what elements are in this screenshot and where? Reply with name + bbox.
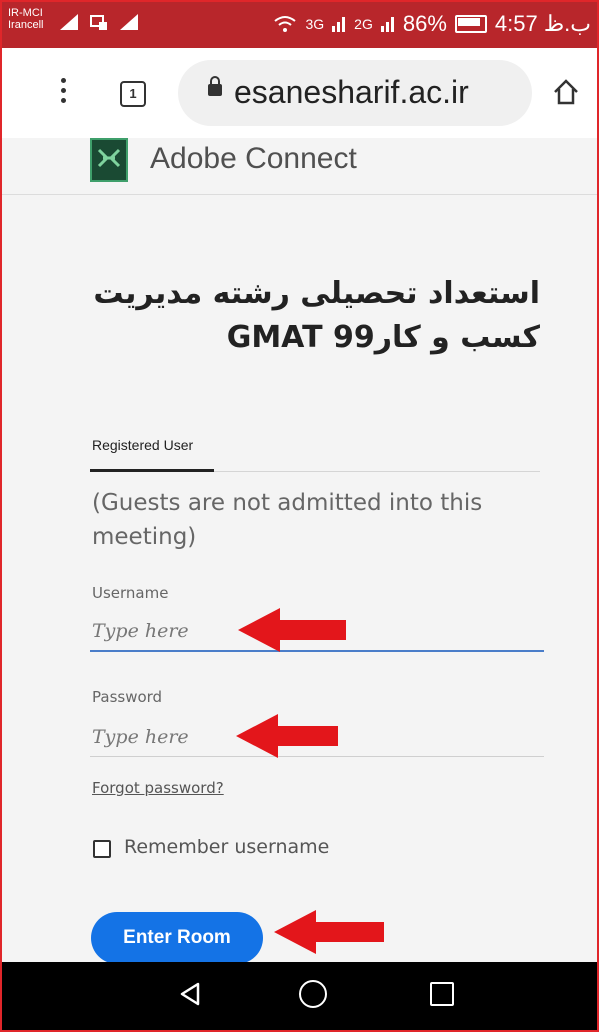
clock: ب.ظ 4:57: [494, 11, 591, 36]
url-text: esanesharif.ac.ir: [234, 74, 469, 110]
battery-icon: [454, 15, 487, 33]
annotation-arrow-icon-2: [236, 714, 338, 758]
status-bar: IR-MCI Irancell 3G 2G 86% ب.ظ 4:57: [2, 2, 597, 48]
signal-strength-icon-2: [120, 14, 138, 30]
enter-room-button[interactable]: Enter Room: [91, 912, 263, 964]
battery-percent: 86%: [402, 11, 447, 36]
recent-apps-icon[interactable]: [430, 982, 454, 1006]
home-icon[interactable]: [552, 78, 580, 106]
home-circle-icon[interactable]: [299, 980, 327, 1008]
carrier-1: IR-MCI: [8, 7, 43, 19]
app-header: Adobe Connect: [2, 138, 597, 195]
remember-username-label[interactable]: Remember username: [124, 836, 329, 858]
network-type-1: 3G: [305, 16, 325, 32]
adobe-connect-logo-icon: [90, 138, 128, 182]
username-label: Username: [92, 584, 169, 602]
more-options-icon[interactable]: [58, 78, 68, 108]
app-title: Adobe Connect: [150, 142, 357, 175]
meeting-title: استعداد تحصیلی رشته مدیریت کسب و کار99 G…: [93, 276, 540, 355]
tab-switcher-button[interactable]: 1: [120, 81, 146, 107]
status-right: 3G 2G 86% ب.ظ 4:57: [273, 11, 591, 37]
annotation-arrow-icon-3: [274, 910, 384, 954]
screen-frame: IR-MCI Irancell 3G 2G 86% ب.ظ 4:57 1 esa…: [0, 0, 599, 1032]
tab-registered-user[interactable]: Registered User: [92, 437, 193, 453]
network-type-2: 2G: [354, 16, 373, 32]
signal-strength-icon: [60, 14, 78, 30]
lock-icon: [208, 76, 222, 96]
cell-signal-icon: [332, 17, 346, 32]
browser-toolbar: 1 esanesharif.ac.ir: [2, 48, 597, 138]
forgot-password-link[interactable]: Forgot password?: [92, 779, 224, 797]
wifi-icon: [274, 16, 297, 32]
back-icon[interactable]: [180, 982, 200, 1006]
password-label: Password: [92, 688, 163, 706]
tab-active-indicator: [90, 469, 214, 472]
guest-notice: (Guests are not admitted into this meeti…: [92, 490, 483, 550]
annotation-arrow-icon: [238, 608, 346, 652]
carrier-2: Irancell: [8, 19, 44, 31]
app-notification-icon: [90, 15, 107, 30]
system-nav-bar: [2, 962, 597, 1030]
cell-signal-icon-2: [380, 17, 394, 32]
notification-icons: [60, 14, 138, 30]
remember-username-checkbox[interactable]: [93, 840, 111, 858]
address-bar[interactable]: esanesharif.ac.ir: [178, 60, 532, 126]
carrier-info: IR-MCI Irancell: [8, 7, 43, 31]
